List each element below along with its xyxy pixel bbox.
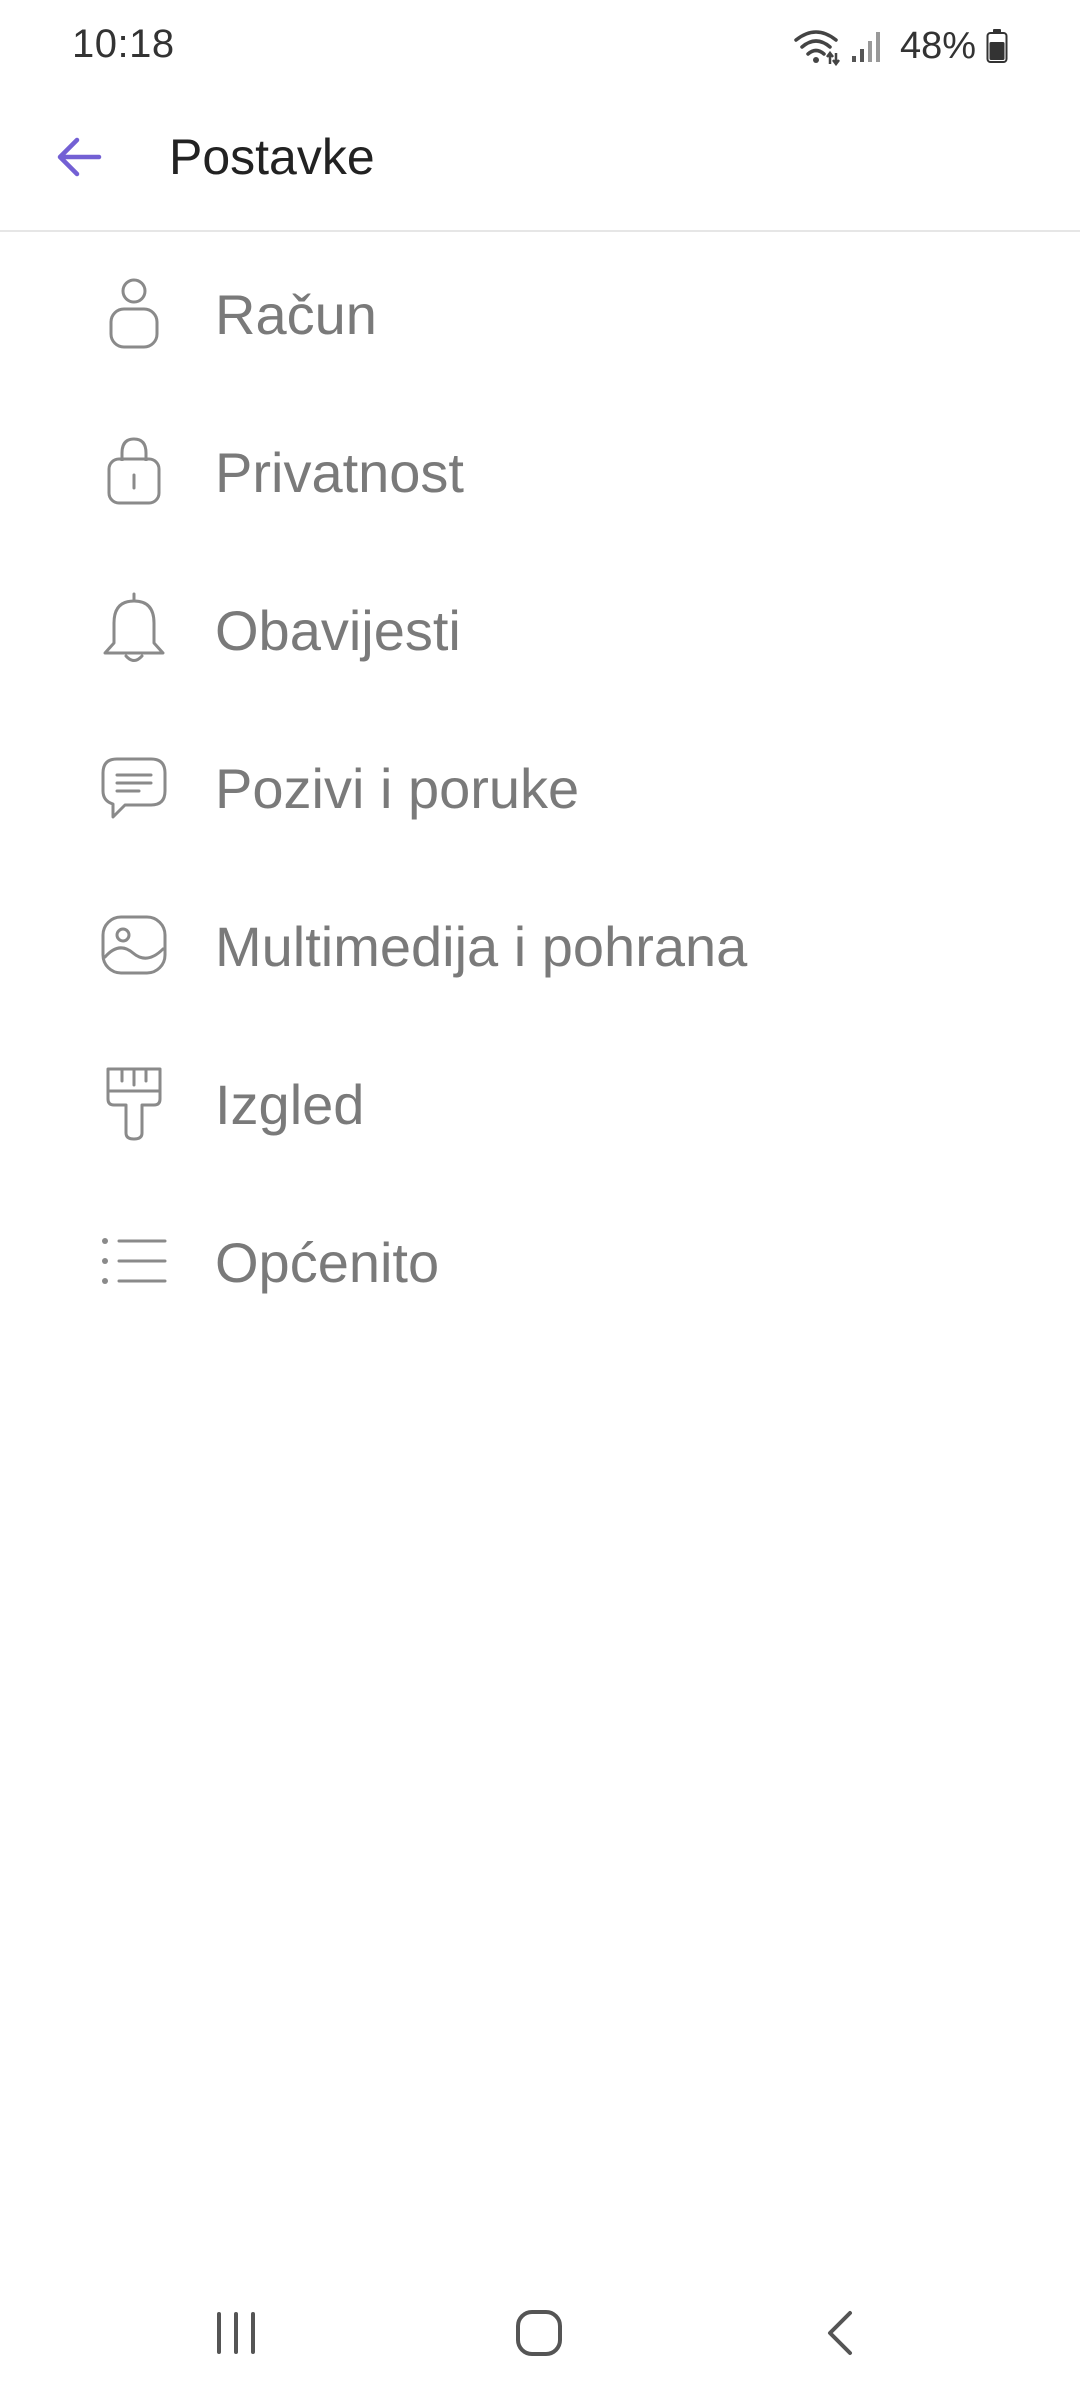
settings-item-calls-messages[interactable]: Pozivi i poruke: [0, 706, 1080, 864]
settings-item-privacy[interactable]: Privatnost: [0, 390, 1080, 548]
status-bar: 10:18 48%: [0, 0, 1080, 92]
signal-icon: [850, 28, 884, 64]
settings-item-label: Multimedija i pohrana: [215, 915, 748, 978]
chat-bubble-icon: [96, 749, 172, 825]
lock-icon: [96, 433, 172, 509]
settings-item-label: Obavijesti: [215, 599, 461, 662]
home-button[interactable]: [489, 2290, 589, 2380]
bell-icon: [96, 591, 172, 667]
settings-item-label: Račun: [215, 283, 377, 346]
settings-item-media-storage[interactable]: Multimedija i pohrana: [0, 864, 1080, 1022]
back-chevron-icon: [820, 2307, 860, 2364]
settings-list: Račun Privatnost Obavijesti Pozivi i por…: [0, 232, 1080, 1338]
settings-item-label: Pozivi i poruke: [215, 757, 580, 820]
recents-button[interactable]: [186, 2290, 286, 2380]
home-icon: [513, 2307, 565, 2364]
settings-item-label: Privatnost: [215, 441, 464, 504]
settings-screen: 10:18 48% Postavke Račun Privatnost Obav…: [0, 0, 1080, 2400]
status-icons: 48%: [792, 20, 1008, 72]
wifi-icon: [792, 26, 840, 66]
recents-icon: [211, 2310, 261, 2361]
settings-item-account[interactable]: Račun: [0, 232, 1080, 390]
settings-item-label: Izgled: [215, 1073, 365, 1136]
battery-percent: 48%: [899, 24, 976, 67]
status-time: 10:18: [72, 22, 175, 66]
paintbrush-icon: [96, 1065, 172, 1141]
person-icon: [96, 275, 172, 351]
back-button[interactable]: [34, 114, 124, 204]
settings-item-notifications[interactable]: Obavijesti: [0, 548, 1080, 706]
system-back-button[interactable]: [790, 2290, 890, 2380]
settings-item-label: Općenito: [215, 1231, 440, 1294]
system-nav-bar: [0, 2270, 1080, 2400]
image-icon: [96, 907, 172, 983]
list-icon: [96, 1223, 172, 1299]
arrow-left-icon: [53, 131, 105, 188]
app-bar: Postavke: [0, 92, 1080, 232]
settings-item-general[interactable]: Općenito: [0, 1180, 1080, 1338]
settings-item-appearance[interactable]: Izgled: [0, 1022, 1080, 1180]
page-title: Postavke: [169, 129, 375, 185]
battery-icon: [986, 28, 1008, 64]
